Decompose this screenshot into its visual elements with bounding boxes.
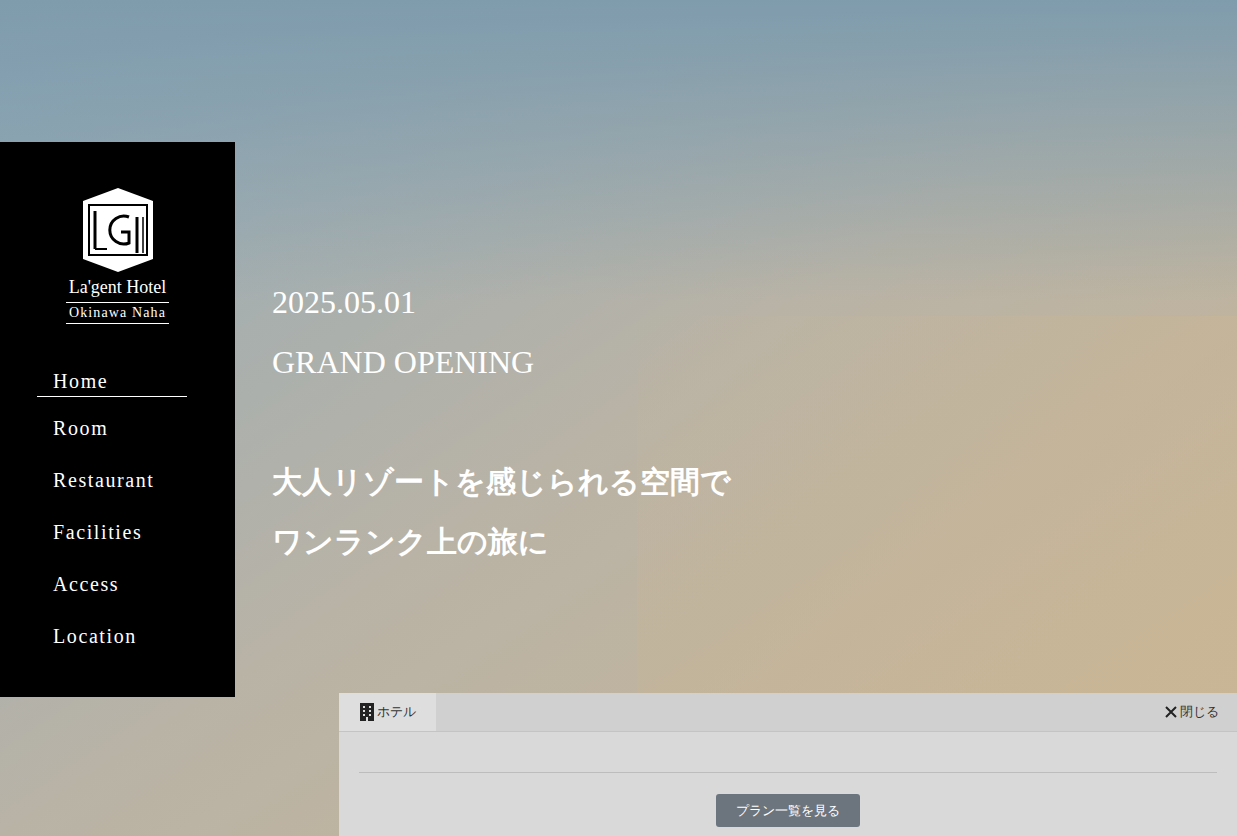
booking-tab[interactable]: ホテル — [339, 693, 436, 731]
logo[interactable]: La'gent Hotel Okinawa Naha — [66, 187, 169, 324]
logo-mark-icon — [81, 187, 155, 273]
tab-label: ホテル — [377, 702, 416, 722]
nav-label: Facilities — [53, 519, 142, 545]
sidebar: La'gent Hotel Okinawa Naha Home Room Resta… — [0, 142, 235, 697]
main-nav: Home Room Restaurant Facilities Access Locati… — [0, 350, 235, 662]
nav-item[interactable]: Home — [0, 350, 235, 402]
nav-label: Home — [37, 368, 187, 397]
nav-item[interactable]: Access — [0, 558, 235, 610]
nav-item[interactable]: Location — [0, 610, 235, 662]
booking-panel: ホテル 閉じる プラン一覧を見る — [339, 693, 1237, 836]
nav-label: Room — [53, 415, 108, 441]
nav-label: Access — [53, 571, 119, 597]
plan-list-button[interactable]: プラン一覧を見る — [716, 794, 860, 827]
close-button[interactable]: 閉じる — [1164, 693, 1237, 731]
nav-item[interactable]: Facilities — [0, 506, 235, 558]
nav-item[interactable]: Room — [0, 402, 235, 454]
close-label: 閉じる — [1180, 702, 1219, 722]
tagline-line: ワンランク上の旅に — [272, 512, 731, 572]
hero-text: 2025.05.01 GRAND OPENING 大人リゾートを感じられる空間で… — [272, 272, 731, 572]
logo-name: La'gent Hotel — [69, 275, 167, 299]
tagline-line: 大人リゾートを感じられる空間で — [272, 452, 731, 512]
divider — [359, 772, 1217, 773]
close-icon — [1164, 705, 1178, 719]
nav-label: Location — [53, 623, 137, 649]
nav-item[interactable]: Restaurant — [0, 454, 235, 506]
building-icon — [359, 702, 375, 722]
headline: GRAND OPENING — [272, 332, 731, 392]
booking-tabbar: ホテル 閉じる — [339, 693, 1237, 732]
tagline: 大人リゾートを感じられる空間でワンランク上の旅に — [272, 452, 731, 572]
opening-date: 2025.05.01 — [272, 272, 731, 332]
page: La'gent Hotel Okinawa Naha Home Room Resta… — [0, 0, 1237, 836]
logo-location: Okinawa Naha — [66, 302, 169, 324]
nav-label: Restaurant — [53, 467, 155, 493]
